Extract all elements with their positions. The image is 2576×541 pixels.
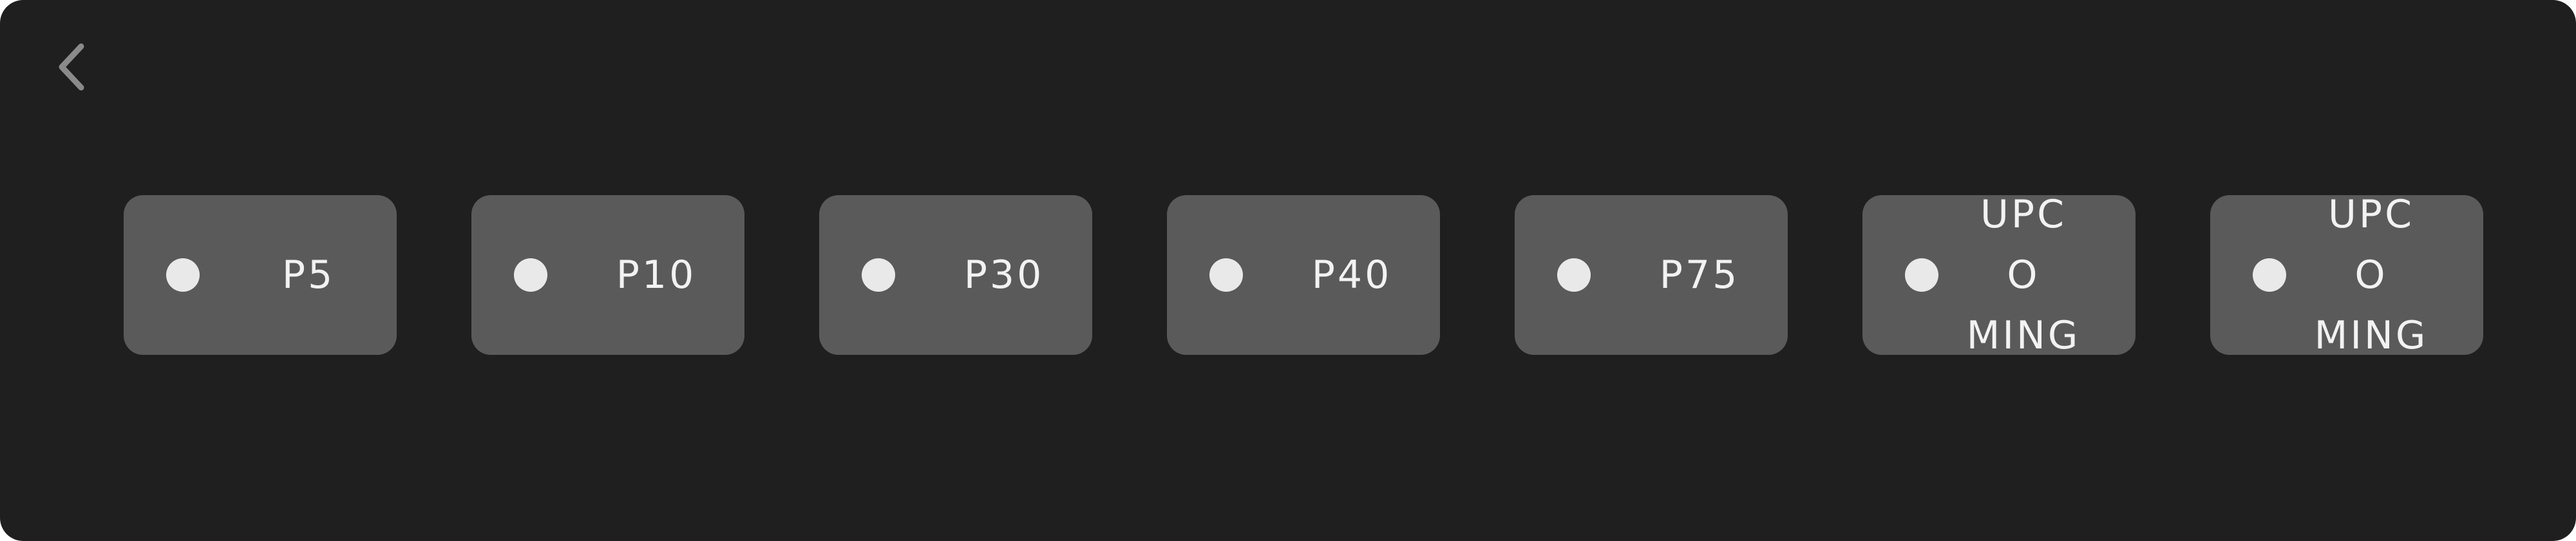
- option-p75[interactable]: P75: [1515, 195, 1788, 355]
- radio-dot: [1905, 258, 1938, 292]
- option-list: P5 P10 P30 P40 P75 UPCO MING UPCO MING: [124, 192, 2483, 358]
- option-label: P30: [963, 252, 1045, 298]
- radio-dot: [166, 258, 200, 292]
- option-label-line: UPCO: [2328, 192, 2414, 298]
- option-p30[interactable]: P30: [819, 195, 1092, 355]
- option-p5[interactable]: P5: [124, 195, 397, 355]
- option-p10[interactable]: P10: [471, 195, 744, 355]
- chevron-left-icon: [59, 43, 84, 91]
- option-label-line: MING: [1966, 313, 2081, 358]
- option-upcoming-1[interactable]: UPCO MING: [1862, 192, 2136, 358]
- option-label: UPCO MING: [2313, 192, 2429, 358]
- radio-dot: [1209, 258, 1243, 292]
- radio-dot: [514, 258, 547, 292]
- option-label-line: MING: [2314, 313, 2429, 358]
- option-label: P10: [616, 252, 697, 298]
- option-label: UPCO MING: [1965, 192, 2081, 358]
- option-p40[interactable]: P40: [1167, 195, 1440, 355]
- option-label: P40: [1311, 252, 1392, 298]
- radio-dot: [862, 258, 895, 292]
- option-label: P75: [1659, 252, 1740, 298]
- option-label-line: UPCO: [1980, 192, 2067, 298]
- back-button[interactable]: [52, 41, 93, 93]
- option-upcoming-2[interactable]: UPCO MING: [2210, 192, 2483, 358]
- radio-dot: [1557, 258, 1591, 292]
- option-label: P5: [281, 252, 336, 298]
- options-panel: P5 P10 P30 P40 P75 UPCO MING UPCO MING: [0, 0, 2576, 541]
- radio-dot: [2253, 258, 2286, 292]
